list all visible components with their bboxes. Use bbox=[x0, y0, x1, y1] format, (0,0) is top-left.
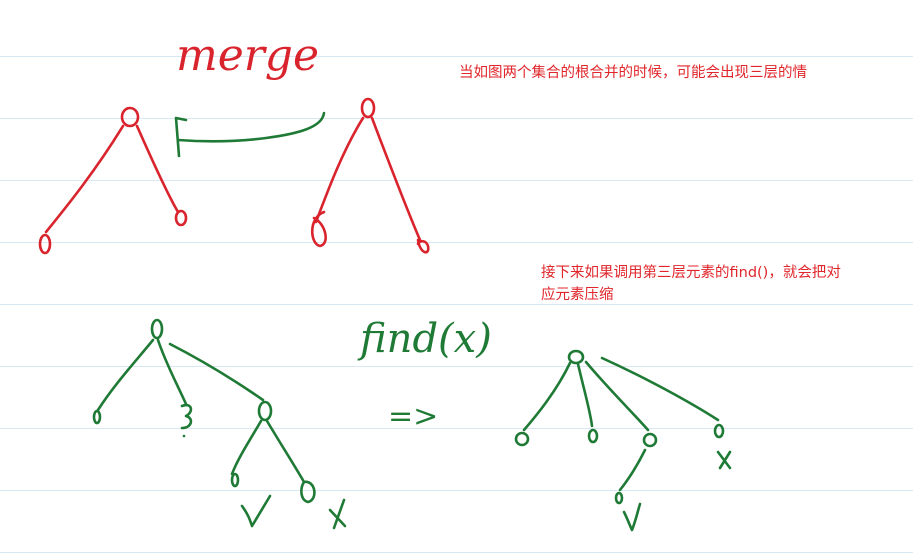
merge-label: merge bbox=[176, 30, 319, 81]
green-node-level3 bbox=[230, 472, 240, 488]
green-child-node bbox=[642, 432, 658, 448]
red-edge bbox=[44, 124, 125, 234]
red-edge bbox=[314, 116, 365, 224]
green-edge bbox=[584, 360, 650, 432]
green-edge bbox=[522, 361, 572, 432]
transform-arrow: => bbox=[388, 399, 438, 434]
note-find-line2: 应元素压缩 bbox=[541, 287, 614, 303]
red-tree-left bbox=[38, 106, 188, 255]
red-leaf-node bbox=[38, 233, 52, 255]
green-root-node-compressed bbox=[567, 349, 585, 365]
green-edge bbox=[230, 419, 263, 476]
green-edge bbox=[576, 362, 594, 428]
handwritten-y-mark bbox=[240, 494, 272, 528]
green-tree-before: x bbox=[92, 318, 347, 530]
merge-arrow bbox=[174, 111, 326, 158]
green-child-node bbox=[587, 428, 599, 444]
green-tree-after: x bbox=[514, 349, 732, 532]
red-leaf-node bbox=[174, 209, 188, 227]
green-edge bbox=[600, 356, 720, 422]
note-find-line1: 接下来如果调用第三层元素的find()，就会把对 bbox=[541, 265, 841, 281]
red-root-node-right bbox=[360, 97, 376, 119]
green-edge bbox=[265, 419, 306, 484]
note-find-explanation: 接下来如果调用第三层元素的find()，就会把对 应元素压缩 bbox=[541, 262, 841, 306]
green-edge bbox=[618, 448, 647, 492]
green-node-level2-parent bbox=[257, 400, 273, 422]
red-leaf-node bbox=[416, 238, 430, 254]
green-child-node bbox=[713, 423, 725, 439]
green-child-node bbox=[614, 491, 624, 505]
green-node-level3 bbox=[300, 480, 316, 504]
green-node-level2 bbox=[180, 403, 193, 430]
green-node-level2 bbox=[92, 409, 102, 425]
note-merge-explanation: 当如图两个集合的根合并的时候，可能会出现三层的情 bbox=[459, 65, 807, 81]
red-tree-right bbox=[310, 97, 430, 254]
green-edge bbox=[96, 338, 155, 412]
handwritten-y-mark bbox=[622, 502, 642, 532]
find-call-label: find(x) bbox=[357, 316, 492, 362]
red-root-node-left bbox=[120, 106, 140, 128]
red-edge bbox=[370, 116, 422, 242]
green-child-node bbox=[514, 431, 530, 447]
red-edge bbox=[135, 124, 180, 214]
merge-arrow-head bbox=[174, 116, 188, 158]
green-root-node bbox=[150, 318, 164, 340]
ink-dot bbox=[182, 434, 186, 438]
green-edge bbox=[168, 342, 265, 402]
merge-arrow-shaft bbox=[176, 111, 326, 143]
